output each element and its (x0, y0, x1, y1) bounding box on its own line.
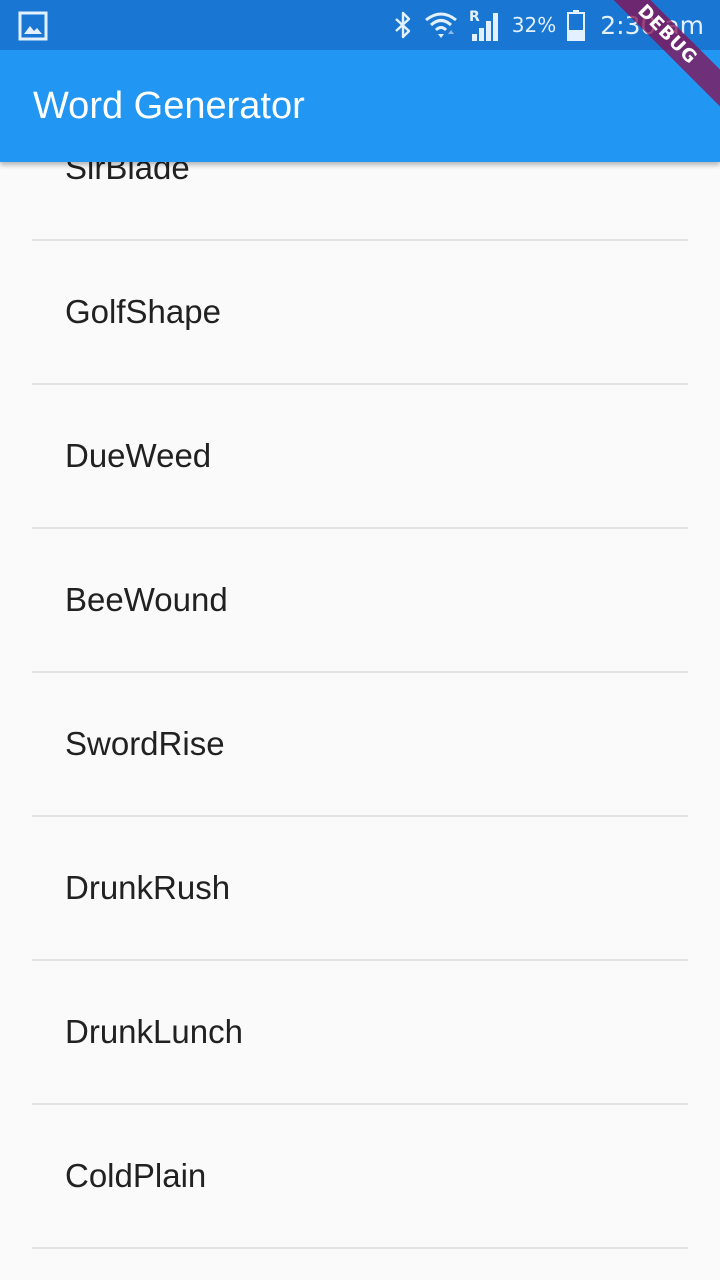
svg-text:R: R (469, 9, 480, 25)
list-item[interactable]: DrunkLunch (0, 961, 720, 1103)
word-text: DrunkRush (65, 869, 231, 906)
list-divider (32, 527, 688, 529)
app-bar: Word Generator (0, 50, 720, 162)
wifi-icon (424, 10, 458, 40)
list-divider (32, 383, 688, 385)
list-item[interactable]: DueWeed (0, 385, 720, 527)
list-divider (32, 239, 688, 241)
list-item[interactable]: SwordRise (0, 673, 720, 815)
status-bar: R 32% 2:30 am (0, 0, 720, 50)
app-title: Word Generator (33, 85, 305, 127)
list-item[interactable]: DrunkRush (0, 817, 720, 959)
battery-percent: 32% (511, 13, 557, 37)
list-item[interactable]: ColdPlain (0, 1105, 720, 1247)
bluetooth-icon (392, 10, 414, 40)
word-text: DrunkLunch (65, 1013, 243, 1050)
list-divider (32, 815, 688, 817)
word-text: SwordRise (65, 725, 225, 762)
word-text: ColdPlain (65, 1157, 207, 1194)
list-divider (32, 1103, 688, 1105)
list-divider (32, 1247, 688, 1249)
word-list[interactable]: SirBlade GolfShape DueWeed BeeWound Swor… (0, 0, 720, 1280)
word-text: DueWeed (65, 437, 212, 474)
list-divider (32, 959, 688, 961)
list-item[interactable]: BeeWound (0, 529, 720, 671)
battery-icon (566, 9, 586, 41)
word-text: BeeWound (65, 581, 228, 618)
gallery-icon (18, 11, 48, 41)
word-text: GolfShape (65, 293, 221, 330)
signal-icon: R (468, 8, 502, 42)
list-divider (32, 671, 688, 673)
list-item[interactable]: GolfShape (0, 241, 720, 383)
